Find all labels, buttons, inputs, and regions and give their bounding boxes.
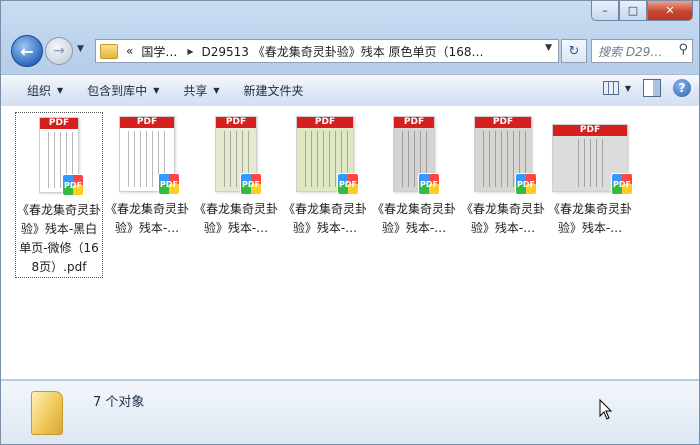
back-button[interactable]: ← bbox=[11, 35, 43, 67]
pdf-banner: PDF bbox=[297, 117, 353, 128]
pdf-app-icon: PDF bbox=[337, 173, 359, 195]
address-dropdown-icon[interactable]: ▼ bbox=[545, 43, 552, 53]
file-name: 《春龙集奇灵卦验》残本-… bbox=[460, 202, 545, 235]
maximize-button[interactable]: □ bbox=[619, 1, 647, 21]
details-pane: 7 个对象 bbox=[1, 380, 699, 444]
search-input[interactable]: 搜索 D29… ⚲ bbox=[591, 39, 693, 63]
pdf-app-icon: PDF bbox=[515, 173, 537, 195]
forward-arrow-icon: → bbox=[53, 43, 65, 59]
file-item[interactable]: PDF PDF 《春龙集奇灵卦验》残本-… bbox=[282, 112, 368, 238]
file-list: PDF PDF 《春龙集奇灵卦验》残本-黑白单页-微修（168页）.pdf PD… bbox=[1, 106, 699, 379]
back-arrow-icon: ← bbox=[20, 41, 34, 61]
file-item[interactable]: PDF PDF 《春龙集奇灵卦验》残本-… bbox=[371, 112, 457, 238]
pdf-app-icon: PDF bbox=[62, 174, 84, 196]
breadcrumb-segment[interactable]: D29513 《春龙集奇灵卦验》残本 原色单页（168… bbox=[202, 43, 484, 60]
chevron-down-icon: ▼ bbox=[213, 86, 220, 95]
page-text-preview bbox=[575, 139, 605, 187]
share-menu[interactable]: 共享 ▼ bbox=[171, 75, 231, 106]
address-overflow-chevron[interactable]: « bbox=[126, 44, 133, 58]
file-item[interactable]: PDF PDF 《春龙集奇灵卦验》残本-黑白单页-微修（168页）.pdf bbox=[15, 112, 103, 278]
refresh-button[interactable]: ↻ bbox=[561, 39, 587, 63]
search-placeholder: 搜索 D29… bbox=[598, 44, 663, 59]
file-name: 《春龙集奇灵卦验》残本-… bbox=[193, 202, 278, 235]
pdf-banner: PDF bbox=[475, 117, 531, 128]
file-name: 《春龙集奇灵卦验》残本-… bbox=[371, 202, 456, 235]
pdf-thumbnail: PDF PDF bbox=[474, 116, 537, 195]
new-folder-button[interactable]: 新建文件夹 bbox=[232, 75, 316, 106]
include-library-label: 包含到库中 bbox=[87, 84, 148, 98]
item-count: 7 个对象 bbox=[93, 395, 145, 410]
minimize-button[interactable]: – bbox=[591, 1, 619, 21]
folder-icon bbox=[100, 43, 118, 59]
preview-pane-icon[interactable] bbox=[643, 79, 661, 97]
pdf-thumbnail: PDF PDF bbox=[215, 116, 262, 195]
file-name: 《春龙集奇灵卦验》残本-… bbox=[282, 202, 367, 235]
command-bar: 组织 ▼ 包含到库中 ▼ 共享 ▼ 新建文件夹 ▼ ? bbox=[1, 74, 699, 107]
share-label: 共享 bbox=[183, 84, 208, 98]
navigation-bar: ← → ▼ « 国学… ▶ D29513 《春龙集奇灵卦验》残本 原色单页（16… bbox=[9, 35, 693, 67]
file-item[interactable]: PDF PDF 《春龙集奇灵卦验》残本-… bbox=[193, 112, 279, 238]
folder-icon bbox=[31, 391, 63, 435]
file-item[interactable]: PDF PDF 《春龙集奇灵卦验》残本-… bbox=[460, 112, 546, 238]
chevron-down-icon: ▼ bbox=[57, 86, 64, 95]
pdf-banner: PDF bbox=[553, 125, 627, 136]
pdf-thumbnail: PDF PDF bbox=[552, 124, 633, 195]
file-name: 《春龙集奇灵卦验》残本-黑白单页-微修（168页）.pdf bbox=[16, 203, 101, 274]
pdf-app-icon: PDF bbox=[611, 173, 633, 195]
help-icon[interactable]: ? bbox=[673, 79, 691, 97]
breadcrumb-separator-icon[interactable]: ▶ bbox=[187, 47, 193, 56]
forward-button[interactable]: → bbox=[45, 37, 73, 65]
pdf-banner: PDF bbox=[394, 117, 434, 128]
include-in-library-menu[interactable]: 包含到库中 ▼ bbox=[75, 75, 171, 106]
pdf-thumbnail: PDF PDF bbox=[119, 116, 180, 195]
view-controls: ▼ ? bbox=[602, 79, 691, 97]
close-button[interactable]: ✕ bbox=[647, 1, 693, 21]
file-name: 《春龙集奇灵卦验》残本-… bbox=[104, 202, 189, 235]
recent-pages-dropdown[interactable]: ▼ bbox=[77, 44, 87, 54]
pdf-banner: PDF bbox=[216, 117, 256, 128]
address-bar[interactable]: « 国学… ▶ D29513 《春龙集奇灵卦验》残本 原色单页（168… ▼ bbox=[95, 39, 559, 63]
pdf-thumbnail: PDF PDF bbox=[39, 117, 84, 196]
pdf-banner: PDF bbox=[120, 117, 174, 128]
mouse-cursor-icon bbox=[599, 399, 613, 420]
refresh-icon: ↻ bbox=[568, 43, 580, 59]
pdf-app-icon: PDF bbox=[158, 173, 180, 195]
caption-buttons: – □ ✕ bbox=[591, 1, 693, 21]
pdf-thumbnail: PDF PDF bbox=[393, 116, 440, 195]
pdf-app-icon: PDF bbox=[418, 173, 440, 195]
view-dropdown-icon[interactable]: ▼ bbox=[625, 84, 631, 93]
file-item[interactable]: PDF PDF 《春龙集奇灵卦验》残本-… bbox=[104, 112, 190, 238]
pdf-app-icon: PDF bbox=[240, 173, 262, 195]
explorer-window: – □ ✕ ← → ▼ « 国学… ▶ D29513 《春龙集奇灵卦验》残本 原… bbox=[0, 0, 700, 445]
search-icon[interactable]: ⚲ bbox=[678, 42, 688, 57]
change-view-icon[interactable] bbox=[602, 81, 619, 95]
pdf-thumbnail: PDF PDF bbox=[296, 116, 359, 195]
file-item[interactable]: PDF PDF 《春龙集奇灵卦验》残本-… bbox=[547, 112, 633, 238]
organize-label: 组织 bbox=[27, 84, 52, 98]
organize-menu[interactable]: 组织 ▼ bbox=[15, 75, 75, 106]
file-name: 《春龙集奇灵卦验》残本-… bbox=[547, 202, 632, 235]
pdf-banner: PDF bbox=[40, 118, 78, 129]
chevron-down-icon: ▼ bbox=[153, 86, 160, 95]
breadcrumb-segment[interactable]: 国学… bbox=[141, 43, 177, 60]
